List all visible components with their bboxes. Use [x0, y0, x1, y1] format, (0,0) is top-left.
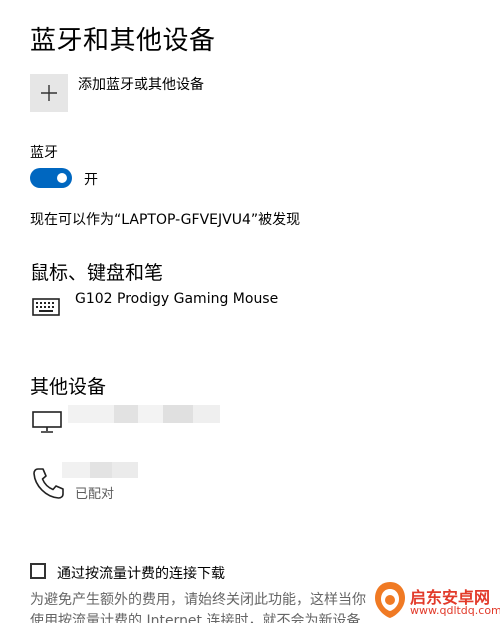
bluetooth-label: 蓝牙 — [30, 145, 58, 161]
redacted-device-name — [193, 405, 220, 423]
monitor-icon — [32, 410, 62, 438]
watermark-url: www.qdltdq.com — [410, 604, 500, 617]
bluetooth-toggle[interactable] — [30, 168, 72, 188]
device-item-mouse[interactable]: G102 Prodigy Gaming Mouse — [75, 291, 278, 307]
plus-icon — [41, 85, 57, 101]
redacted-device-name — [112, 462, 138, 478]
redacted-device-name — [114, 405, 138, 423]
add-device-label[interactable]: 添加蓝牙或其他设备 — [78, 74, 204, 94]
metered-download-checkbox[interactable] — [30, 563, 46, 579]
redacted-device-name — [62, 462, 90, 478]
device-item-monitor[interactable] — [68, 405, 220, 427]
metered-description: 为避免产生额外的费用，请始终关闭此功能，这样当你使用按流量计费的 Interne… — [30, 592, 366, 623]
redacted-device-name — [68, 405, 114, 423]
bluetooth-toggle-state: 开 — [84, 172, 98, 188]
section-heading-other-devices: 其他设备 — [30, 376, 107, 398]
section-heading-mouse-keyboard-pen: 鼠标、键盘和笔 — [30, 262, 164, 284]
keyboard-icon — [32, 295, 60, 321]
phone-paired-status: 已配对 — [75, 487, 115, 502]
toggle-knob — [57, 173, 67, 183]
redacted-device-name — [163, 405, 193, 423]
redacted-device-name — [90, 462, 112, 478]
device-item-phone[interactable] — [62, 462, 140, 480]
discoverable-text: 现在可以作为“LAPTOP-GFVEJVU4”被发现 — [30, 212, 301, 228]
add-device-button[interactable] — [30, 74, 68, 112]
metered-download-label[interactable]: 通过按流量计费的连接下载 — [57, 563, 225, 583]
page-title: 蓝牙和其他设备 — [30, 26, 216, 56]
redacted-device-name — [138, 405, 163, 423]
phone-icon — [32, 466, 64, 504]
